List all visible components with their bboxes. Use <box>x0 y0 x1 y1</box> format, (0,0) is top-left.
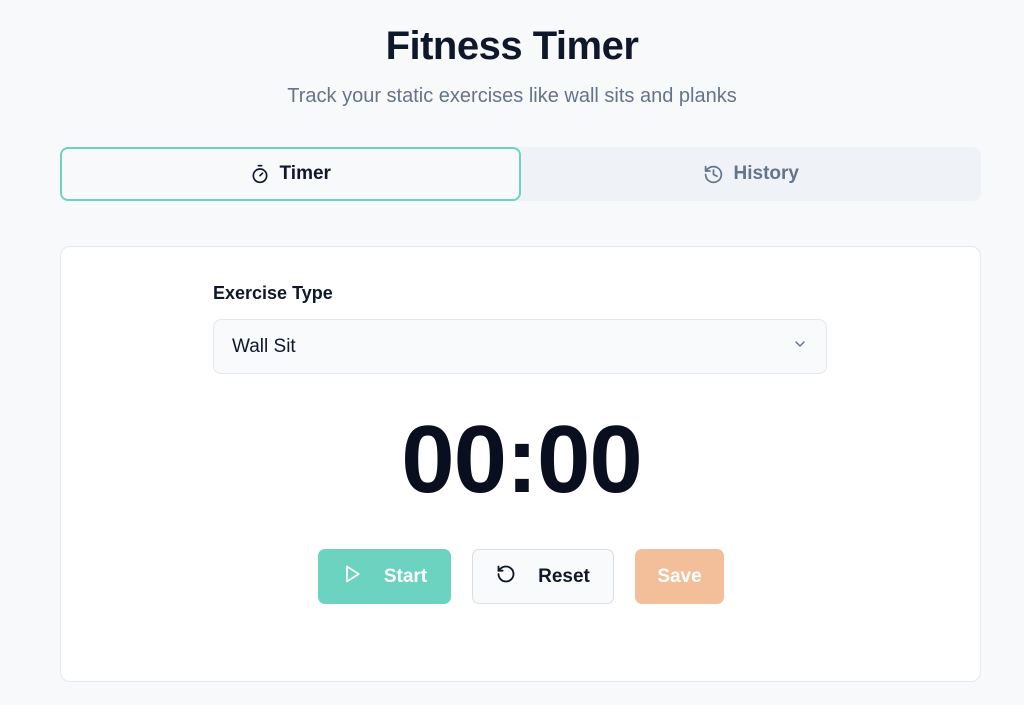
play-icon <box>342 564 362 590</box>
page-subtitle: Track your static exercises like wall si… <box>287 85 737 107</box>
exercise-type-value: Wall Sit <box>232 335 296 357</box>
tab-bar: Timer History <box>60 147 981 201</box>
reset-label: Reset <box>538 565 590 587</box>
exercise-type-label: Exercise Type <box>213 283 333 303</box>
exercise-type-select[interactable]: Wall Sit <box>213 319 827 374</box>
history-icon <box>703 164 724 185</box>
tab-history[interactable]: History <box>521 147 982 201</box>
save-label: Save <box>657 565 702 587</box>
reset-button[interactable]: Reset <box>472 549 614 604</box>
tab-timer-label: Timer <box>279 163 331 184</box>
tab-timer[interactable]: Timer <box>60 147 521 201</box>
save-button[interactable]: Save <box>635 549 724 604</box>
chevron-down-icon <box>792 336 808 358</box>
app: Fitness Timer Track your static exercise… <box>0 0 1024 705</box>
stopwatch-icon <box>250 164 270 184</box>
start-button[interactable]: Start <box>318 549 451 604</box>
page-title: Fitness Timer <box>385 24 639 68</box>
header: Fitness Timer Track your static exercise… <box>0 22 1024 108</box>
timer-display: 00:00 <box>401 406 643 513</box>
reset-icon <box>496 564 516 590</box>
timer-card: Exercise Type Wall Sit 00:00 Start Reset… <box>60 246 981 682</box>
tab-history-label: History <box>733 163 799 184</box>
start-label: Start <box>383 565 428 587</box>
